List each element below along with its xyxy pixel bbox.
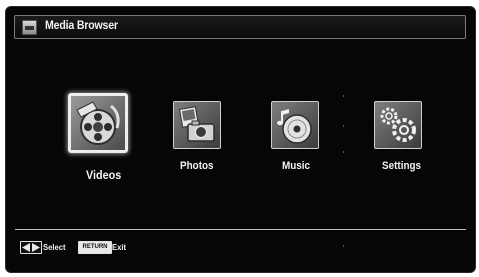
menu-item-videos-label: Videos (86, 168, 122, 182)
left-right-arrows-icon (20, 241, 42, 254)
photo-camera-icon[interactable] (173, 101, 221, 149)
separator-dot (343, 95, 344, 97)
separator-dot (343, 151, 344, 153)
page-title: Media Browser (45, 20, 118, 32)
title-bar: Media Browser (14, 15, 466, 39)
separator-dot (343, 245, 344, 247)
music-disc-icon[interactable] (271, 101, 319, 149)
gears-icon[interactable] (374, 101, 422, 149)
menu-item-settings-label: Settings (382, 160, 422, 172)
film-reel-icon[interactable] (68, 93, 128, 153)
media-browser-icon (22, 20, 37, 35)
exit-hint: Exit (112, 242, 127, 252)
return-key-icon: RETURN (78, 241, 112, 254)
menu-item-music-label: Music (282, 160, 311, 172)
select-hint: Select (43, 242, 66, 252)
footer-divider (15, 229, 466, 230)
separator-dot (343, 125, 344, 127)
menu-item-photos-label: Photos (180, 160, 214, 172)
media-browser-screen: Media Browser Videos Photos Music Settin… (5, 6, 476, 273)
